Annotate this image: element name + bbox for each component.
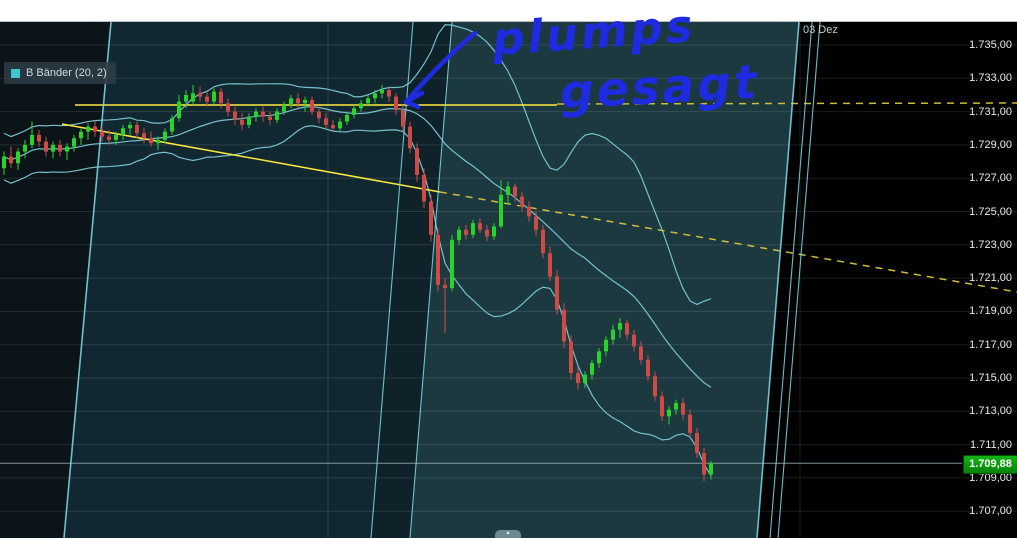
price-axis-label: 1.731,00 — [942, 106, 1012, 118]
expand-arrow-icon: ▴ — [495, 530, 521, 537]
price-axis-label: 1.719,00 — [942, 305, 1012, 317]
price-chart-canvas[interactable] — [0, 0, 1017, 538]
bollinger-legend-chip[interactable]: B Bänder (20, 2) — [4, 62, 116, 84]
price-axis-label: 1.711,00 — [942, 439, 1012, 451]
price-axis-label: 1.721,00 — [942, 272, 1012, 284]
price-axis-label: 1.717,00 — [942, 339, 1012, 351]
price-axis-label: 1.729,00 — [942, 139, 1012, 151]
price-axis-label: 1.713,00 — [942, 405, 1012, 417]
price-axis-label: 1.723,00 — [942, 239, 1012, 251]
price-axis-label: 1.735,00 — [942, 39, 1012, 51]
price-axis-label: 1.727,00 — [942, 172, 1012, 184]
price-axis-label: 1.707,00 — [942, 505, 1012, 517]
legend-label: B Bänder (20, 2) — [26, 67, 107, 79]
date-axis-label: 03 Dez — [803, 24, 838, 36]
price-axis-label: 1.733,00 — [942, 72, 1012, 84]
price-axis-label: 1.715,00 — [942, 372, 1012, 384]
current-price-badge: 1.709,88 — [963, 455, 1017, 474]
bottom-panel-handle[interactable]: ▴ — [495, 530, 521, 538]
price-axis-label: 1.725,00 — [942, 206, 1012, 218]
trading-chart-window: B Bänder (20, 2) 03 Dez 1.735,00 1.733,00… — [0, 0, 1017, 538]
channel-shading — [0, 22, 1017, 538]
legend-color-swatch-icon — [11, 69, 20, 78]
